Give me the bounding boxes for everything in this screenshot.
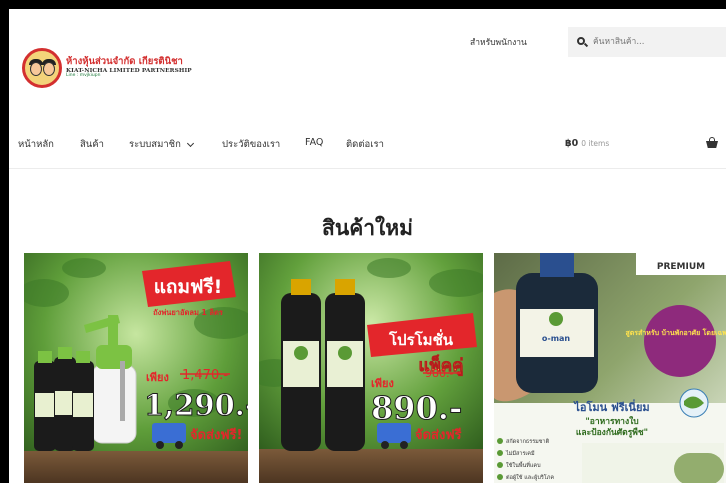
nav-item-label: ประวัติของเรา bbox=[222, 139, 281, 150]
search-icon[interactable] bbox=[577, 36, 589, 48]
search-input[interactable] bbox=[593, 37, 713, 47]
fertilizer-bottle-icon: o-man bbox=[516, 253, 598, 393]
cart-total[interactable]: ฿0 0 items bbox=[565, 138, 609, 149]
nav-item-label: ระบบสมาชิก bbox=[129, 139, 181, 150]
nav-item-faq[interactable]: FAQ bbox=[305, 137, 323, 148]
product-tagline-1: "อาหารทางใบ bbox=[585, 416, 638, 427]
nav-item-home[interactable]: หน้าหลัก bbox=[18, 137, 54, 152]
shipping-text: จัดส่งฟรี bbox=[415, 427, 462, 443]
cart-count: 0 items bbox=[581, 139, 610, 148]
staff-link[interactable]: สำหรับพนักงาน bbox=[470, 35, 527, 49]
logo-emblem-icon bbox=[22, 48, 62, 88]
search-box bbox=[568, 27, 726, 57]
old-price: 1,470.- bbox=[182, 368, 228, 383]
logo-thai-name: ห้างหุ้นส่วนจำกัด เกียรตินิชา bbox=[66, 56, 183, 68]
product-tagline-2: และป้องกันศัตรูพืช" bbox=[576, 427, 648, 438]
section-title: สินค้าใหม่ bbox=[322, 216, 413, 240]
logo-subtitle: Line : mvjkiupn bbox=[66, 72, 101, 78]
product-image: แถมฟรี! ถังพ่นยาอัดลม 1 ลิตร เพียง 1,470… bbox=[24, 253, 248, 483]
promo-text: โปรโมชั่น bbox=[388, 329, 454, 349]
nav-item-history[interactable]: ประวัติของเรา bbox=[222, 137, 280, 152]
promo-text: แถมฟรี! bbox=[154, 276, 223, 298]
nav-item-label: FAQ bbox=[305, 137, 324, 148]
fertilizer-bottles-icon bbox=[34, 347, 94, 451]
product-image: โปรโมชั่น แพ็คคู่ เพียง 980.- 890.- จัดส… bbox=[259, 253, 483, 483]
nav-item-label: สินค้า bbox=[80, 139, 104, 150]
feature-item: ต่อผู้ใช้ และผู้บริโภค bbox=[506, 473, 554, 481]
page: ห้างหุ้นส่วนจำกัด เกียรตินิชา KIAT-NICHA… bbox=[9, 9, 726, 483]
feature-item: ใช้ในพื้นที่แคบ bbox=[506, 461, 541, 469]
product-card[interactable]: o-man PREMIUM สูตรสำหรับ บ้านพักอาศัย โด… bbox=[494, 253, 726, 483]
cart-amount: ฿0 bbox=[565, 138, 579, 149]
product-card[interactable]: โปรโมชั่น แพ็คคู่ เพียง 980.- 890.- จัดส… bbox=[259, 253, 483, 483]
sale-price: 890.- bbox=[371, 389, 462, 427]
premium-badge: PREMIUM bbox=[657, 262, 705, 272]
chevron-down-icon bbox=[186, 139, 194, 147]
promo-subtext: ถังพ่นยาอัดลม 1 ลิตร bbox=[153, 308, 224, 317]
logo-text: ห้างหุ้นส่วนจำกัด เกียรตินิชา KIAT-NICHA… bbox=[66, 56, 192, 79]
basket-icon[interactable] bbox=[706, 137, 718, 148]
shipping-text: จัดส่งฟรี! bbox=[190, 427, 242, 443]
nav-item-contact[interactable]: ติดต่อเรา bbox=[346, 137, 384, 152]
nav-item-membership[interactable]: ระบบสมาชิก bbox=[129, 137, 194, 152]
site-logo[interactable]: ห้างหุ้นส่วนจำกัด เกียรตินิชา KIAT-NICHA… bbox=[22, 42, 192, 94]
ribbon-text: สูตรสำหรับ บ้านพักอาศัย โดยเฉพาะ bbox=[625, 328, 726, 338]
feature-item: ไม่มีสารเคมี bbox=[505, 450, 535, 457]
product-image: o-man PREMIUM สูตรสำหรับ บ้านพักอาศัย โด… bbox=[494, 253, 726, 483]
nav-item-products[interactable]: สินค้า bbox=[80, 137, 104, 152]
nav-item-label: ติดต่อเรา bbox=[346, 139, 384, 150]
bottle-brand: o-man bbox=[542, 334, 571, 343]
price-prefix: เพียง bbox=[146, 371, 169, 384]
nav-item-label: หน้าหลัก bbox=[18, 139, 54, 150]
product-card[interactable]: แถมฟรี! ถังพ่นยาอัดลม 1 ลิตร เพียง 1,470… bbox=[24, 253, 248, 483]
feature-item: สกัดจากธรรมชาติ bbox=[506, 438, 550, 445]
sale-price: 1,290.- bbox=[144, 388, 248, 422]
main-nav: หน้าหลัก สินค้า ระบบสมาชิก ประวัติของเรา… bbox=[9, 128, 726, 158]
header-divider bbox=[9, 168, 726, 169]
product-headline: ไอโมน ฟรีเนี่ยม bbox=[572, 399, 649, 414]
